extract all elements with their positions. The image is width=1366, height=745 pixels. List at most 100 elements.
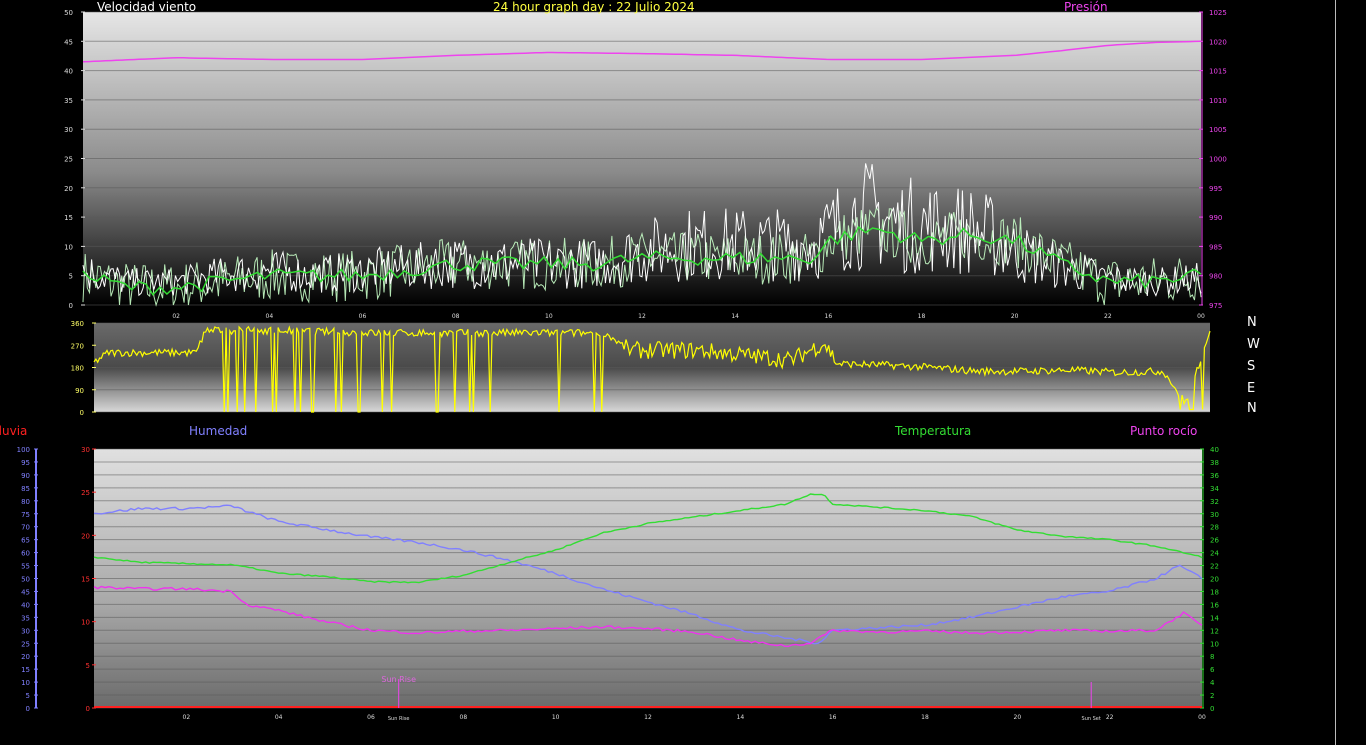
time-tick-label: 10 xyxy=(552,714,560,721)
time-tick-label: 18 xyxy=(921,714,929,721)
temperature-tick-label: 6 xyxy=(1210,666,1215,674)
wind-speed-tick-label: 30 xyxy=(64,126,73,134)
sunset-axis-label: Sun Set xyxy=(1082,716,1101,722)
temperature-tick-label: 38 xyxy=(1210,459,1219,467)
time-tick-label: 00 xyxy=(1197,313,1205,320)
wind-speed-tick-label: 10 xyxy=(64,243,73,251)
pressure-tick-label: 1005 xyxy=(1209,126,1227,134)
pressure-tick-label: 1010 xyxy=(1209,97,1227,105)
humidity-tick-label: 70 xyxy=(21,524,30,532)
wind-speed-tick-label: 45 xyxy=(64,38,73,46)
chart-title: 24 hour graph day : 22 Julio 2024 xyxy=(493,0,695,14)
temperature-tick-label: 14 xyxy=(1210,614,1219,622)
temperature-tick-label: 40 xyxy=(1210,446,1219,454)
humidity-tick-label: 35 xyxy=(21,614,30,622)
direction-tick-label: 180 xyxy=(71,365,84,373)
rain-tick-label: 5 xyxy=(86,662,90,670)
wind-speed-tick-label: 5 xyxy=(69,273,73,281)
temperature-tick-label: 16 xyxy=(1210,601,1219,609)
pressure-tick-label: 980 xyxy=(1209,273,1222,281)
temperature-tick-label: 0 xyxy=(1210,705,1214,713)
rain-tick-label: 30 xyxy=(81,446,90,454)
time-tick-label: 16 xyxy=(829,714,837,721)
rain-tick-label: 0 xyxy=(86,705,90,713)
time-tick-label: 06 xyxy=(359,313,367,320)
wind-speed-tick-label: 35 xyxy=(64,97,73,105)
pressure-tick-label: 1015 xyxy=(1209,68,1227,76)
time-tick-label: 16 xyxy=(825,313,833,320)
rain-tick-label: 15 xyxy=(81,576,90,584)
sunrise-axis-label: Sun Rise xyxy=(388,716,410,722)
humidity-tick-label: 95 xyxy=(21,459,30,467)
humidity-tick-label: 100 xyxy=(17,446,30,454)
time-tick-label: 20 xyxy=(1011,313,1019,320)
time-tick-label: 14 xyxy=(737,714,745,721)
humidity-tick-label: 80 xyxy=(21,498,30,506)
direction-tick-label: 360 xyxy=(71,320,84,328)
temperature-tick-label: 32 xyxy=(1210,498,1219,506)
temperature-label: Temperatura xyxy=(895,424,972,438)
time-tick-label: 10 xyxy=(545,313,553,320)
temperature-tick-label: 24 xyxy=(1210,550,1219,558)
humidity-tick-label: 65 xyxy=(21,537,30,545)
time-tick-label: 04 xyxy=(275,714,283,721)
time-tick-label: 20 xyxy=(1014,714,1022,721)
time-tick-label: 00 xyxy=(1198,714,1206,721)
wind-speed-tick-label: 20 xyxy=(64,185,73,193)
time-tick-label: 12 xyxy=(644,714,652,721)
humidity-tick-label: 5 xyxy=(26,692,30,700)
temperature-tick-label: 30 xyxy=(1210,511,1219,519)
temperature-tick-label: 36 xyxy=(1210,472,1219,480)
time-tick-label: 18 xyxy=(918,313,926,320)
wind-speed-tick-label: 25 xyxy=(64,156,73,164)
humidity-tick-label: 60 xyxy=(21,550,30,558)
rain-tick-label: 25 xyxy=(81,489,90,497)
humidity-tick-label: 15 xyxy=(21,666,30,674)
time-tick-label: 22 xyxy=(1104,313,1112,320)
weather-graph: 0510152025303540455097598098599099510001… xyxy=(17,9,1227,722)
pressure-label: Presión xyxy=(1064,0,1108,14)
rain-tick-label: 20 xyxy=(81,532,90,540)
humidity-tick-label: 75 xyxy=(21,511,30,519)
temperature-tick-label: 2 xyxy=(1210,692,1214,700)
time-tick-label: 06 xyxy=(367,714,375,721)
humidity-tick-label: 40 xyxy=(21,601,30,609)
direction-tick-label: 90 xyxy=(75,387,84,395)
temperature-tick-label: 8 xyxy=(1210,653,1214,661)
wind-speed-tick-label: 15 xyxy=(64,214,73,222)
right-border-line xyxy=(1335,0,1336,745)
pressure-tick-label: 1000 xyxy=(1209,156,1227,164)
pressure-tick-label: 995 xyxy=(1209,185,1222,193)
time-tick-label: 08 xyxy=(460,714,468,721)
rain-label: Lluvia xyxy=(0,424,28,438)
humidity-tick-label: 50 xyxy=(21,576,30,584)
humidity-tick-label: 45 xyxy=(21,588,30,596)
compass-n-top: N xyxy=(1247,315,1257,330)
dewpoint-label: Punto rocío xyxy=(1130,424,1198,438)
pressure-tick-label: 975 xyxy=(1209,302,1222,310)
temperature-tick-label: 4 xyxy=(1210,679,1215,687)
humidity-label: Humedad xyxy=(189,424,248,438)
sunrise-label: Sun Rise xyxy=(381,675,416,684)
direction-tick-label: 0 xyxy=(80,409,84,417)
humidity-tick-label: 20 xyxy=(21,653,30,661)
time-tick-label: 04 xyxy=(266,313,274,320)
direction-tick-label: 270 xyxy=(71,342,84,350)
pressure-tick-label: 990 xyxy=(1209,214,1222,222)
compass-s: S xyxy=(1247,359,1256,374)
compass-w: W xyxy=(1247,337,1260,352)
wind-label: Velocidad viento xyxy=(97,0,197,14)
temperature-tick-label: 26 xyxy=(1210,537,1219,545)
time-tick-label: 08 xyxy=(452,313,460,320)
rain-tick-label: 10 xyxy=(81,619,90,627)
temperature-tick-label: 22 xyxy=(1210,563,1219,571)
temperature-tick-label: 28 xyxy=(1210,524,1219,532)
temperature-tick-label: 12 xyxy=(1210,627,1219,635)
humidity-tick-label: 10 xyxy=(21,679,30,687)
time-tick-label: 22 xyxy=(1106,714,1114,721)
time-tick-label: 02 xyxy=(183,714,191,721)
wind-speed-tick-label: 50 xyxy=(64,9,73,17)
temperature-tick-label: 18 xyxy=(1210,588,1219,596)
pressure-tick-label: 1025 xyxy=(1209,9,1227,17)
compass-n-bottom: N xyxy=(1247,401,1257,416)
